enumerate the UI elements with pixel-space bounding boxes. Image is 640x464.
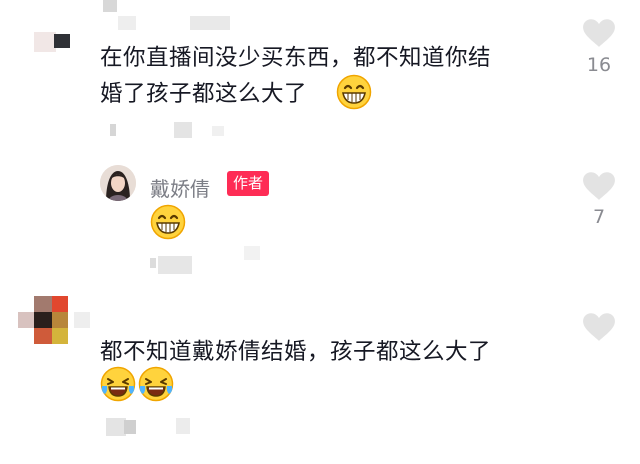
crying-laughing-face-icon	[138, 366, 174, 402]
avatar-pixelated	[34, 296, 52, 312]
meta-pixelated	[176, 418, 190, 434]
avatar-pixelated	[34, 32, 56, 52]
meta-pixelated	[212, 126, 224, 136]
comment-text-line-1: 都不知道戴娇倩结婚，孩子都这么大了	[100, 339, 492, 365]
username-pixelated	[118, 16, 136, 30]
avatar-pixelated	[34, 328, 52, 344]
author-username[interactable]: 戴娇倩	[150, 173, 210, 202]
meta-pixelated	[174, 122, 192, 138]
grinning-face-icon	[336, 74, 372, 110]
meta-pixelated	[150, 258, 156, 268]
heart-icon[interactable]	[582, 312, 616, 342]
heart-icon[interactable]	[582, 171, 616, 201]
avatar-pixelated	[52, 312, 68, 328]
meta-pixelated	[244, 246, 260, 260]
author-badge: 作者	[227, 171, 270, 196]
username-pixelated	[74, 312, 90, 328]
username-pixelated	[103, 0, 117, 12]
avatar-pixelated	[34, 312, 52, 328]
like-count: 7	[592, 206, 606, 228]
like-count: 16	[586, 54, 612, 76]
grinning-face-icon	[150, 204, 186, 240]
meta-pixelated	[158, 256, 192, 274]
meta-pixelated	[124, 420, 136, 434]
comment-text-line-1: 在你直播间没少买东西，都不知道你结	[100, 45, 492, 71]
avatar-pixelated	[52, 328, 68, 344]
avatar[interactable]	[100, 165, 136, 201]
comment-text-line-2: 婚了孩子都这么大了	[100, 81, 308, 107]
crying-laughing-face-icon	[100, 366, 136, 402]
avatar-pixelated	[52, 296, 68, 312]
avatar-pixelated	[18, 312, 34, 328]
meta-pixelated	[106, 418, 126, 436]
username-pixelated	[190, 16, 230, 30]
avatar-pixelated	[54, 34, 70, 48]
meta-pixelated	[110, 124, 116, 136]
heart-icon[interactable]	[582, 18, 616, 48]
